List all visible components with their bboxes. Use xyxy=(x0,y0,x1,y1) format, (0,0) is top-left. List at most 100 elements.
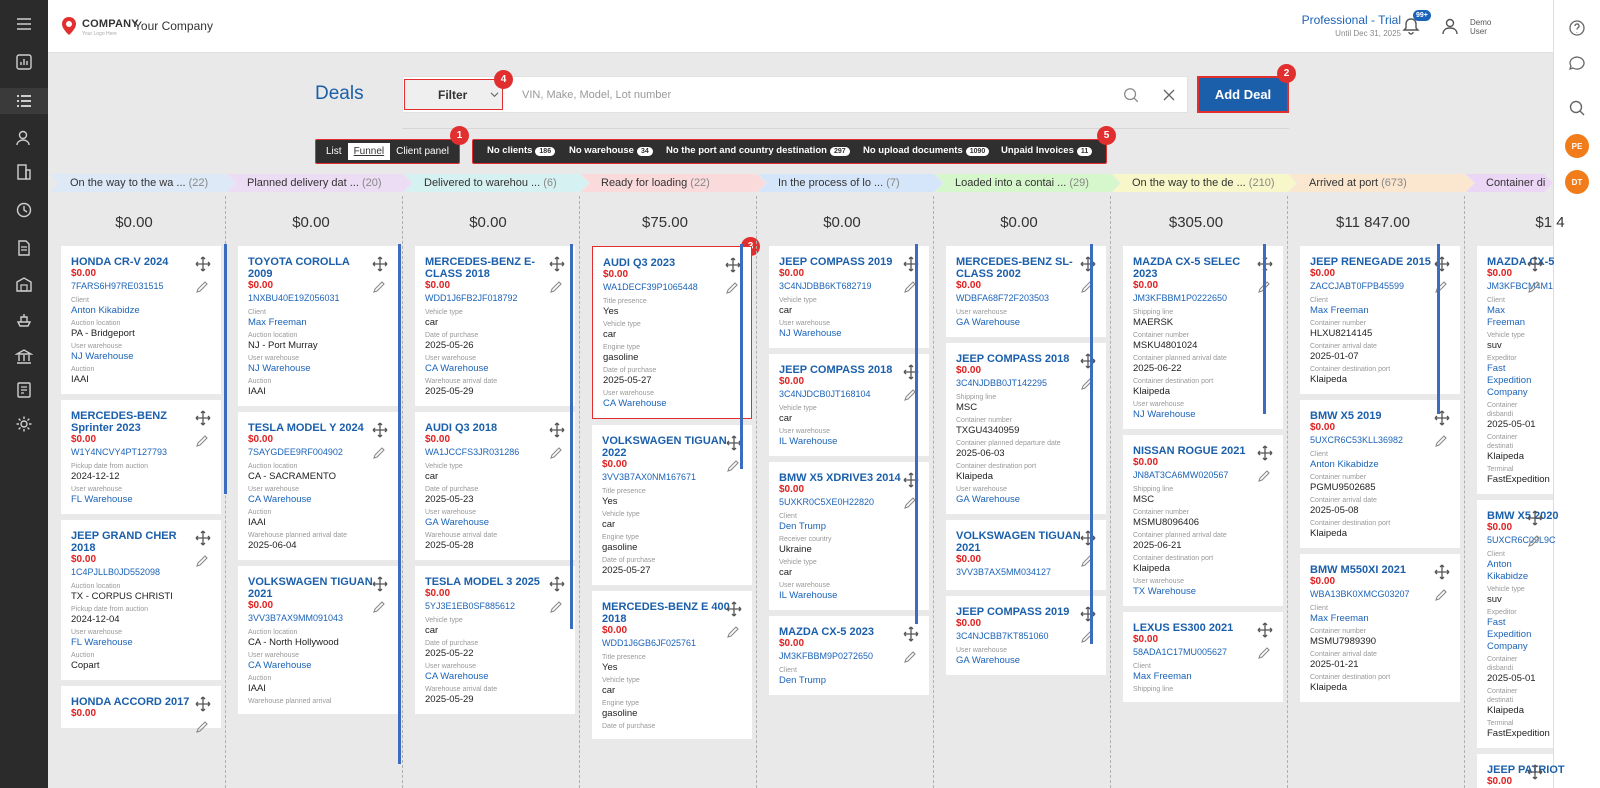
deal-vin[interactable]: JM3KFBBM1P0222650 xyxy=(1133,292,1273,304)
deal-vin[interactable]: WDD1J6FB2JF018792 xyxy=(425,292,565,304)
deal-vin[interactable]: 5UXCR6C53KLL36982 xyxy=(1310,434,1450,446)
deal-card[interactable]: JEEP COMPASS 2018 $0.00 3C4NJDBB0JT142295 S… xyxy=(946,343,1106,514)
menu-icon[interactable] xyxy=(12,12,36,36)
deal-vin[interactable]: 3C4NJDBB6KT682719 xyxy=(779,280,919,292)
edit-icon[interactable] xyxy=(372,280,386,294)
deal-card[interactable]: AUDI Q3 2023 $0.00 WA1DECF39P1065448 Title … xyxy=(592,246,752,419)
edit-icon[interactable] xyxy=(726,625,740,639)
deal-card[interactable]: LEXUS ES300 2021 $0.00 58ADA1C17MU005627 Cl… xyxy=(1123,612,1283,702)
field-value[interactable]: FL Warehouse xyxy=(71,494,211,506)
add-deal-button[interactable]: Add Deal xyxy=(1197,76,1289,113)
close-icon[interactable] xyxy=(1163,89,1175,101)
deal-card[interactable]: AUDI Q3 2018 $0.00 WA1JCCFS3JR031286 Vehicl… xyxy=(415,412,575,560)
deal-card[interactable]: TESLA MODEL 3 2025 $0.00 5YJ3E1EB0SF885612… xyxy=(415,566,575,714)
move-icon[interactable] xyxy=(725,257,741,273)
field-value[interactable]: CA Warehouse xyxy=(603,398,741,410)
deal-card[interactable]: NISSAN ROGUE 2021 $0.00 JN8AT3CA6MW020567 S… xyxy=(1123,435,1283,606)
deal-title[interactable]: MAZDA CX-5 xyxy=(1487,256,1600,268)
column-scrollbar[interactable] xyxy=(1263,244,1266,414)
field-value[interactable]: Den Trump xyxy=(779,675,919,687)
field-value[interactable]: FL Warehouse xyxy=(71,637,211,649)
deal-title[interactable]: JEEP COMPASS 2018 xyxy=(956,353,1084,365)
move-icon[interactable] xyxy=(372,422,388,438)
stage-header[interactable]: Container di xyxy=(1466,174,1553,192)
edit-icon[interactable] xyxy=(726,459,740,473)
reports-icon[interactable] xyxy=(12,378,36,402)
move-icon[interactable] xyxy=(549,576,565,592)
field-value[interactable]: Max Freeman xyxy=(1310,613,1450,625)
deal-title[interactable]: BMW M550XI 2021 xyxy=(1310,564,1438,576)
bank-icon[interactable] xyxy=(12,344,36,368)
field-value[interactable]: IL Warehouse xyxy=(779,436,919,448)
user-name[interactable]: Demo User xyxy=(1470,18,1491,36)
deal-card[interactable]: JEEP COMPASS 2019 $0.00 3C4NJDBB6KT682719 V… xyxy=(769,246,929,348)
chip-no-port[interactable]: No the port and country destination 297 xyxy=(666,145,850,156)
deal-title[interactable]: MAZDA CX-5 SELEC 2023 xyxy=(1133,256,1261,280)
deal-vin[interactable]: WDD1J6GB6JF025761 xyxy=(602,637,742,649)
deal-card[interactable]: JEEP RENEGADE 2015 $0.00 ZACCJABT0FPB45599… xyxy=(1300,246,1460,394)
deal-card[interactable]: VOLKSWAGEN TIGUAN 2022 $0.00 3VV3B7AX0NM16… xyxy=(592,425,752,585)
move-icon[interactable] xyxy=(372,256,388,272)
move-icon[interactable] xyxy=(1527,256,1543,272)
move-icon[interactable] xyxy=(549,256,565,272)
deal-card[interactable]: JEEP GRAND CHER 2018 $0.00 1C4PJLLB0JD5520… xyxy=(61,520,221,680)
deal-card[interactable]: BMW X5 2020 $0.00 5UXCR6C09L9C Client Anton … xyxy=(1477,500,1559,748)
edit-icon[interactable] xyxy=(549,600,563,614)
chip-unpaid-invoices[interactable]: Unpaid Invoices 11 xyxy=(1001,145,1093,156)
deal-vin[interactable]: 1C4PJLLB0JD552098 xyxy=(71,566,211,578)
search-icon[interactable] xyxy=(1122,86,1140,104)
view-funnel-button[interactable]: Funnel xyxy=(347,143,391,160)
move-icon[interactable] xyxy=(1080,256,1096,272)
field-value[interactable]: TX Warehouse xyxy=(1133,586,1273,598)
deal-title[interactable]: AUDI Q3 2023 xyxy=(603,257,731,269)
chat-icon[interactable] xyxy=(1567,53,1587,73)
clients-icon[interactable] xyxy=(12,126,36,150)
help-icon[interactable] xyxy=(1567,18,1587,38)
move-icon[interactable] xyxy=(726,601,742,617)
column-scrollbar[interactable] xyxy=(570,244,573,629)
deal-vin[interactable]: JN8AT3CA6MW020567 xyxy=(1133,469,1273,481)
deal-vin[interactable]: 1NXBU40E19Z056031 xyxy=(248,292,388,304)
deal-title[interactable]: MERCEDES-BENZ E-CLASS 2018 xyxy=(425,256,553,280)
deal-card[interactable]: MERCEDES-BENZ SL-CLASS 2002 $0.00 WDBFA68F… xyxy=(946,246,1106,337)
dashboard-icon[interactable] xyxy=(12,50,36,74)
stage-header[interactable]: Delivered to warehou ... (6) xyxy=(404,174,589,192)
plan-name[interactable]: Professional - Trial xyxy=(1302,13,1401,27)
edit-icon[interactable] xyxy=(195,554,209,568)
move-icon[interactable] xyxy=(195,256,211,272)
deal-title[interactable]: VOLKSWAGEN TIGUAN 2021 xyxy=(956,530,1084,554)
field-value[interactable]: Den Trump xyxy=(779,521,919,533)
deal-title[interactable]: JEEP COMPASS 2019 xyxy=(956,606,1084,618)
edit-icon[interactable] xyxy=(903,650,917,664)
column-scrollbar[interactable] xyxy=(398,244,401,764)
field-value[interactable]: CA Warehouse xyxy=(248,494,388,506)
edit-icon[interactable] xyxy=(549,446,563,460)
deal-card[interactable]: MERCEDES-BENZ E-CLASS 2018 $0.00 WDD1J6FB2… xyxy=(415,246,575,406)
deal-title[interactable]: BMW X5 XDRIVE3 2014 xyxy=(779,472,907,484)
stage-header[interactable]: On the way to the wa ... (22) xyxy=(50,174,235,192)
deal-vin[interactable]: 3C4NJDBB0JT142295 xyxy=(956,377,1096,389)
deal-vin[interactable]: WA1JCCFS3JR031286 xyxy=(425,446,565,458)
deal-vin[interactable]: 3VV3B7AX0NM167671 xyxy=(602,471,742,483)
field-value[interactable]: GA Warehouse xyxy=(425,517,565,529)
edit-icon[interactable] xyxy=(195,434,209,448)
deal-title[interactable]: JEEP RENEGADE 2015 xyxy=(1310,256,1438,268)
deal-vin[interactable]: 58ADA1C17MU005627 xyxy=(1133,646,1273,658)
deals-nav-icon[interactable] xyxy=(0,88,48,114)
deal-card[interactable]: MAZDA CX-5 SELEC 2023 $0.00 JM3KFBBM1P0222… xyxy=(1123,246,1283,429)
field-value[interactable]: GA Warehouse xyxy=(956,317,1096,329)
deal-card[interactable]: HONDA CR-V 2024 $0.00 7FARS6H97RE031515 Cli… xyxy=(61,246,221,394)
chip-no-warehouse[interactable]: No warehouse 34 xyxy=(569,145,653,156)
move-icon[interactable] xyxy=(549,422,565,438)
deal-card[interactable]: VOLKSWAGEN TIGUAN 2021 $0.00 3VV3B7AX9MM09… xyxy=(238,566,398,714)
deal-card[interactable]: TOYOTA COROLLA 2009 $0.00 1NXBU40E19Z05603… xyxy=(238,246,398,406)
stage-header[interactable]: On the way to the de ... (210) xyxy=(1112,174,1297,192)
deal-vin[interactable]: W1Y4NCVY4PT127793 xyxy=(71,446,211,458)
move-icon[interactable] xyxy=(195,696,211,712)
deal-title[interactable]: JEEP GRAND CHER 2018 xyxy=(71,530,199,554)
deal-title[interactable]: TESLA MODEL 3 2025 xyxy=(425,576,553,588)
field-value[interactable]: NJ Warehouse xyxy=(71,351,211,363)
move-icon[interactable] xyxy=(1080,530,1096,546)
deal-card[interactable]: VOLKSWAGEN TIGUAN 2021 $0.00 3VV3B7AX5MM03… xyxy=(946,520,1106,590)
move-icon[interactable] xyxy=(1527,764,1543,780)
